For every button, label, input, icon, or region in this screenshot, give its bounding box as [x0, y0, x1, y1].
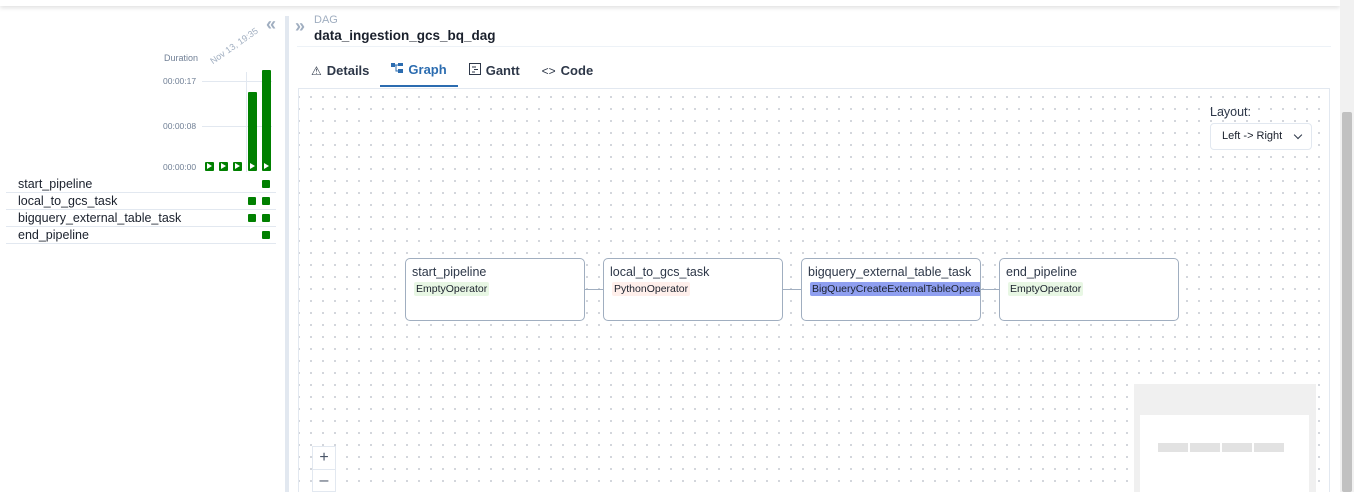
minimap[interactable]: [1134, 384, 1316, 492]
tab-label: Graph: [408, 62, 447, 77]
layout-label: Layout:: [1210, 105, 1252, 119]
zoom-out-button[interactable]: –: [313, 470, 335, 493]
task-name: local_to_gcs_task: [18, 194, 118, 208]
minimap-node: [1190, 443, 1220, 452]
tab-label: Code: [560, 63, 594, 78]
graph-icon: [391, 55, 404, 85]
task-row[interactable]: start_pipeline: [6, 176, 276, 193]
duration-tick: 00:00:08: [163, 121, 197, 131]
task-name: end_pipeline: [18, 228, 89, 242]
zoom-in-button[interactable]: +: [313, 447, 335, 470]
play-icon: [207, 163, 212, 169]
task-row[interactable]: end_pipeline: [6, 227, 276, 244]
task-node-start-pipeline[interactable]: start_pipeline EmptyOperator: [405, 258, 585, 321]
run-duration-bar[interactable]: [205, 162, 214, 171]
run-date-label: Nov 13, 19:35: [208, 25, 260, 66]
operator-badge: PythonOperator: [612, 282, 691, 296]
graph-edge: [585, 289, 603, 290]
double-chevron-right-icon[interactable]: »: [295, 16, 305, 37]
run-grid-panel: « Duration Nov 13, 19:35 00:00:17 00:00:…: [0, 0, 285, 492]
tab-details[interactable]: ⚠ Details: [300, 55, 380, 87]
tab-bar: ⚠ Details Graph Gantt <> Code: [300, 55, 604, 87]
play-icon: [264, 162, 269, 169]
selected-run-line: [246, 72, 247, 172]
scrollbar-thumb[interactable]: [1342, 112, 1352, 492]
play-icon: [221, 163, 226, 169]
minimap-viewport: [1140, 415, 1309, 492]
operator-badge: EmptyOperator: [414, 282, 490, 296]
chevron-down-icon: [1293, 130, 1303, 140]
tab-graph[interactable]: Graph: [380, 55, 458, 87]
duration-label: Duration: [164, 53, 199, 63]
minimap-node: [1254, 443, 1284, 452]
run-duration-bar[interactable]: [262, 70, 271, 171]
dag-kicker: DAG: [314, 14, 338, 26]
zoom-controls: + –: [312, 446, 336, 492]
task-instance-cell[interactable]: [248, 197, 256, 205]
task-node-local-to-gcs[interactable]: local_to_gcs_task PythonOperator: [603, 258, 783, 321]
task-name: bigquery_external_table_task: [18, 211, 182, 225]
tab-code[interactable]: <> Code: [531, 55, 605, 87]
operator-badge: EmptyOperator: [1008, 282, 1084, 296]
duration-tick: 00:00:00: [163, 162, 197, 172]
duration-tick: 00:00:17: [163, 76, 197, 86]
gantt-icon: [468, 56, 481, 86]
tab-gantt[interactable]: Gantt: [458, 55, 531, 87]
task-row[interactable]: local_to_gcs_task: [6, 193, 276, 210]
task-node-bigquery-external-table[interactable]: bigquery_external_table_task BigQueryCre…: [801, 258, 981, 321]
minimap-node: [1158, 443, 1188, 452]
play-icon: [235, 163, 240, 169]
header-divider: [297, 46, 1331, 47]
tab-label: Details: [326, 63, 370, 78]
graph-edge: [783, 289, 801, 290]
page-scrollbar[interactable]: [1340, 0, 1354, 492]
task-instance-cell[interactable]: [262, 231, 270, 239]
task-instance-cell[interactable]: [262, 197, 270, 205]
node-name: local_to_gcs_task: [610, 265, 710, 279]
graph-edge: [981, 289, 999, 290]
run-duration-bar[interactable]: [248, 91, 257, 171]
task-row[interactable]: bigquery_external_table_task: [6, 210, 276, 227]
node-name: end_pipeline: [1006, 265, 1077, 279]
task-instance-cell[interactable]: [262, 214, 270, 222]
warning-triangle-icon: ⚠: [311, 64, 322, 78]
task-instance-cell[interactable]: [262, 180, 270, 188]
node-name: start_pipeline: [412, 265, 487, 279]
minimap-node: [1222, 443, 1252, 452]
layout-select-value: Left -> Right: [1222, 130, 1283, 142]
run-duration-bar[interactable]: [233, 162, 242, 171]
panel-resizer[interactable]: [285, 16, 289, 492]
double-chevron-left-icon[interactable]: «: [266, 14, 276, 35]
task-node-end-pipeline[interactable]: end_pipeline EmptyOperator: [999, 258, 1179, 321]
code-icon: <>: [541, 64, 556, 78]
node-name: bigquery_external_table_task: [808, 265, 972, 279]
run-duration-bar[interactable]: [219, 162, 228, 171]
layout-select[interactable]: Left -> Right: [1210, 123, 1312, 150]
tab-label: Gantt: [485, 63, 520, 78]
task-name: start_pipeline: [18, 177, 93, 191]
task-instance-cell[interactable]: [248, 214, 256, 222]
dag-title: data_ingestion_gcs_bq_dag: [314, 28, 496, 43]
operator-badge: BigQueryCreateExternalTableOperator: [810, 282, 980, 296]
play-icon: [250, 162, 255, 169]
